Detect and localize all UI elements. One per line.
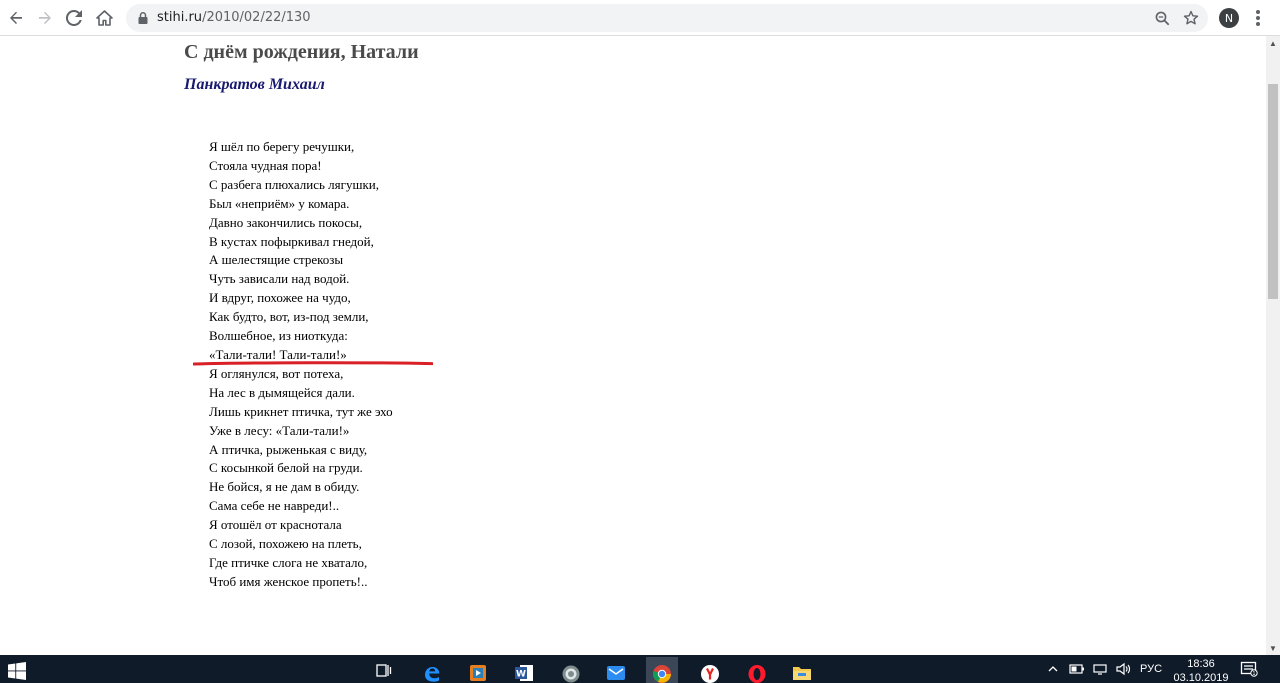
url-path: /2010/02/22/130 bbox=[202, 10, 311, 25]
scroll-up-arrow-icon[interactable]: ▲ bbox=[1266, 36, 1280, 50]
opera-icon[interactable] bbox=[741, 657, 773, 683]
poem-line: В кустах пофыркивал гнедой, bbox=[209, 233, 374, 249]
browser-toolbar: stihi.ru/2010/02/22/130 N bbox=[0, 0, 1280, 36]
scrollbar-thumb[interactable] bbox=[1268, 84, 1278, 299]
home-icon[interactable] bbox=[92, 6, 116, 30]
address-bar[interactable]: stihi.ru/2010/02/22/130 bbox=[126, 4, 1208, 32]
poem-line: Сама себе не навреди!.. bbox=[209, 498, 340, 514]
profile-avatar[interactable]: N bbox=[1219, 8, 1239, 28]
poem-line: Был «неприём» у комара. bbox=[209, 195, 350, 211]
forward-arrow-icon[interactable] bbox=[33, 6, 57, 30]
poem-line: Волшебное, из ниоткуда: bbox=[209, 328, 348, 344]
file-explorer-icon[interactable] bbox=[786, 657, 818, 683]
poem-line: Я шёл по берегу речушки, bbox=[209, 139, 355, 154]
browser-menu-icon[interactable] bbox=[1250, 8, 1266, 28]
poem-line: На лес в дымящейся дали. bbox=[209, 384, 355, 400]
poem-line: Не бойся, я не дам в обиду. bbox=[209, 479, 360, 495]
chrome-icon[interactable] bbox=[646, 657, 678, 683]
mail-icon[interactable] bbox=[600, 657, 632, 683]
vertical-scrollbar[interactable]: ▲ ▼ bbox=[1266, 36, 1280, 655]
poem-line: Лишь крикнет птичка, тут же эхо bbox=[209, 403, 393, 419]
zoom-magnifier-icon[interactable] bbox=[1153, 9, 1171, 27]
url-text[interactable]: stihi.ru/2010/02/22/130 bbox=[157, 10, 311, 25]
poem-line: Чтоб имя женское пропеть!.. bbox=[209, 573, 368, 589]
author-link[interactable]: Панкратов Михаил bbox=[184, 76, 325, 94]
poem-line: А птичка, рыженькая с виду, bbox=[209, 441, 368, 457]
clock-time: 18:36 bbox=[1187, 658, 1215, 670]
network-tray-icon[interactable] bbox=[1092, 655, 1108, 683]
svg-text:1: 1 bbox=[1252, 671, 1255, 677]
poem-line: Где птичке слога не хватало, bbox=[209, 554, 368, 570]
back-arrow-icon[interactable] bbox=[4, 6, 28, 30]
input-language-indicator[interactable]: РУС bbox=[1140, 655, 1162, 683]
url-domain: stihi.ru bbox=[157, 10, 203, 25]
windows-start-icon[interactable] bbox=[8, 662, 26, 680]
taskbar-clock[interactable]: 18:36 03.10.2019 bbox=[1172, 657, 1230, 683]
poem-title: С днём рождения, Натали bbox=[184, 41, 419, 63]
poem-line: И вдруг, похожее на чудо, bbox=[209, 290, 351, 306]
battery-tray-icon[interactable] bbox=[1069, 655, 1085, 683]
poem-line: Как будто, вот, из-под земли, bbox=[209, 309, 369, 325]
lock-icon bbox=[138, 12, 148, 24]
task-view-icon[interactable] bbox=[368, 657, 400, 683]
poem-line: С косынкой белой на груди. bbox=[209, 460, 363, 476]
poem-line: Чуть зависали над водой. bbox=[209, 271, 350, 287]
word-icon[interactable]: W bbox=[508, 657, 540, 683]
scroll-down-arrow-icon[interactable]: ▼ bbox=[1266, 641, 1280, 655]
yandex-browser-icon[interactable] bbox=[694, 657, 726, 683]
poem-line: Уже в лесу: «Тали-тали!» bbox=[209, 422, 350, 438]
poem-line: С разбега плюхались лягушки, bbox=[209, 176, 379, 192]
app-circle-icon[interactable] bbox=[555, 657, 587, 683]
clock-date: 03.10.2019 bbox=[1173, 672, 1229, 683]
poem-line: А шелестящие стрекозы bbox=[209, 252, 344, 268]
poem-line: Я отошёл от краснотала bbox=[209, 517, 342, 533]
bookmark-star-icon[interactable] bbox=[1182, 9, 1200, 27]
poem-line: Давно закончились покосы, bbox=[209, 214, 363, 230]
poem-line: С лозой, похожею на плеть, bbox=[209, 536, 362, 552]
red-underline-annotation bbox=[193, 361, 433, 366]
edge-browser-icon[interactable] bbox=[416, 657, 448, 683]
windows-taskbar: W РУС 18:36 03.10.2019 1 bbox=[0, 655, 1280, 683]
poem-line: Стояла чудная пора! bbox=[209, 157, 322, 173]
media-player-icon[interactable] bbox=[462, 657, 494, 683]
volume-tray-icon[interactable] bbox=[1115, 655, 1131, 683]
tray-chevron-icon[interactable] bbox=[1048, 655, 1058, 683]
reload-icon[interactable] bbox=[62, 6, 86, 30]
notifications-icon[interactable]: 1 bbox=[1240, 655, 1258, 683]
svg-text:W: W bbox=[516, 670, 526, 680]
page-content: С днём рождения, Натали Панкратов Михаил… bbox=[0, 36, 1266, 655]
